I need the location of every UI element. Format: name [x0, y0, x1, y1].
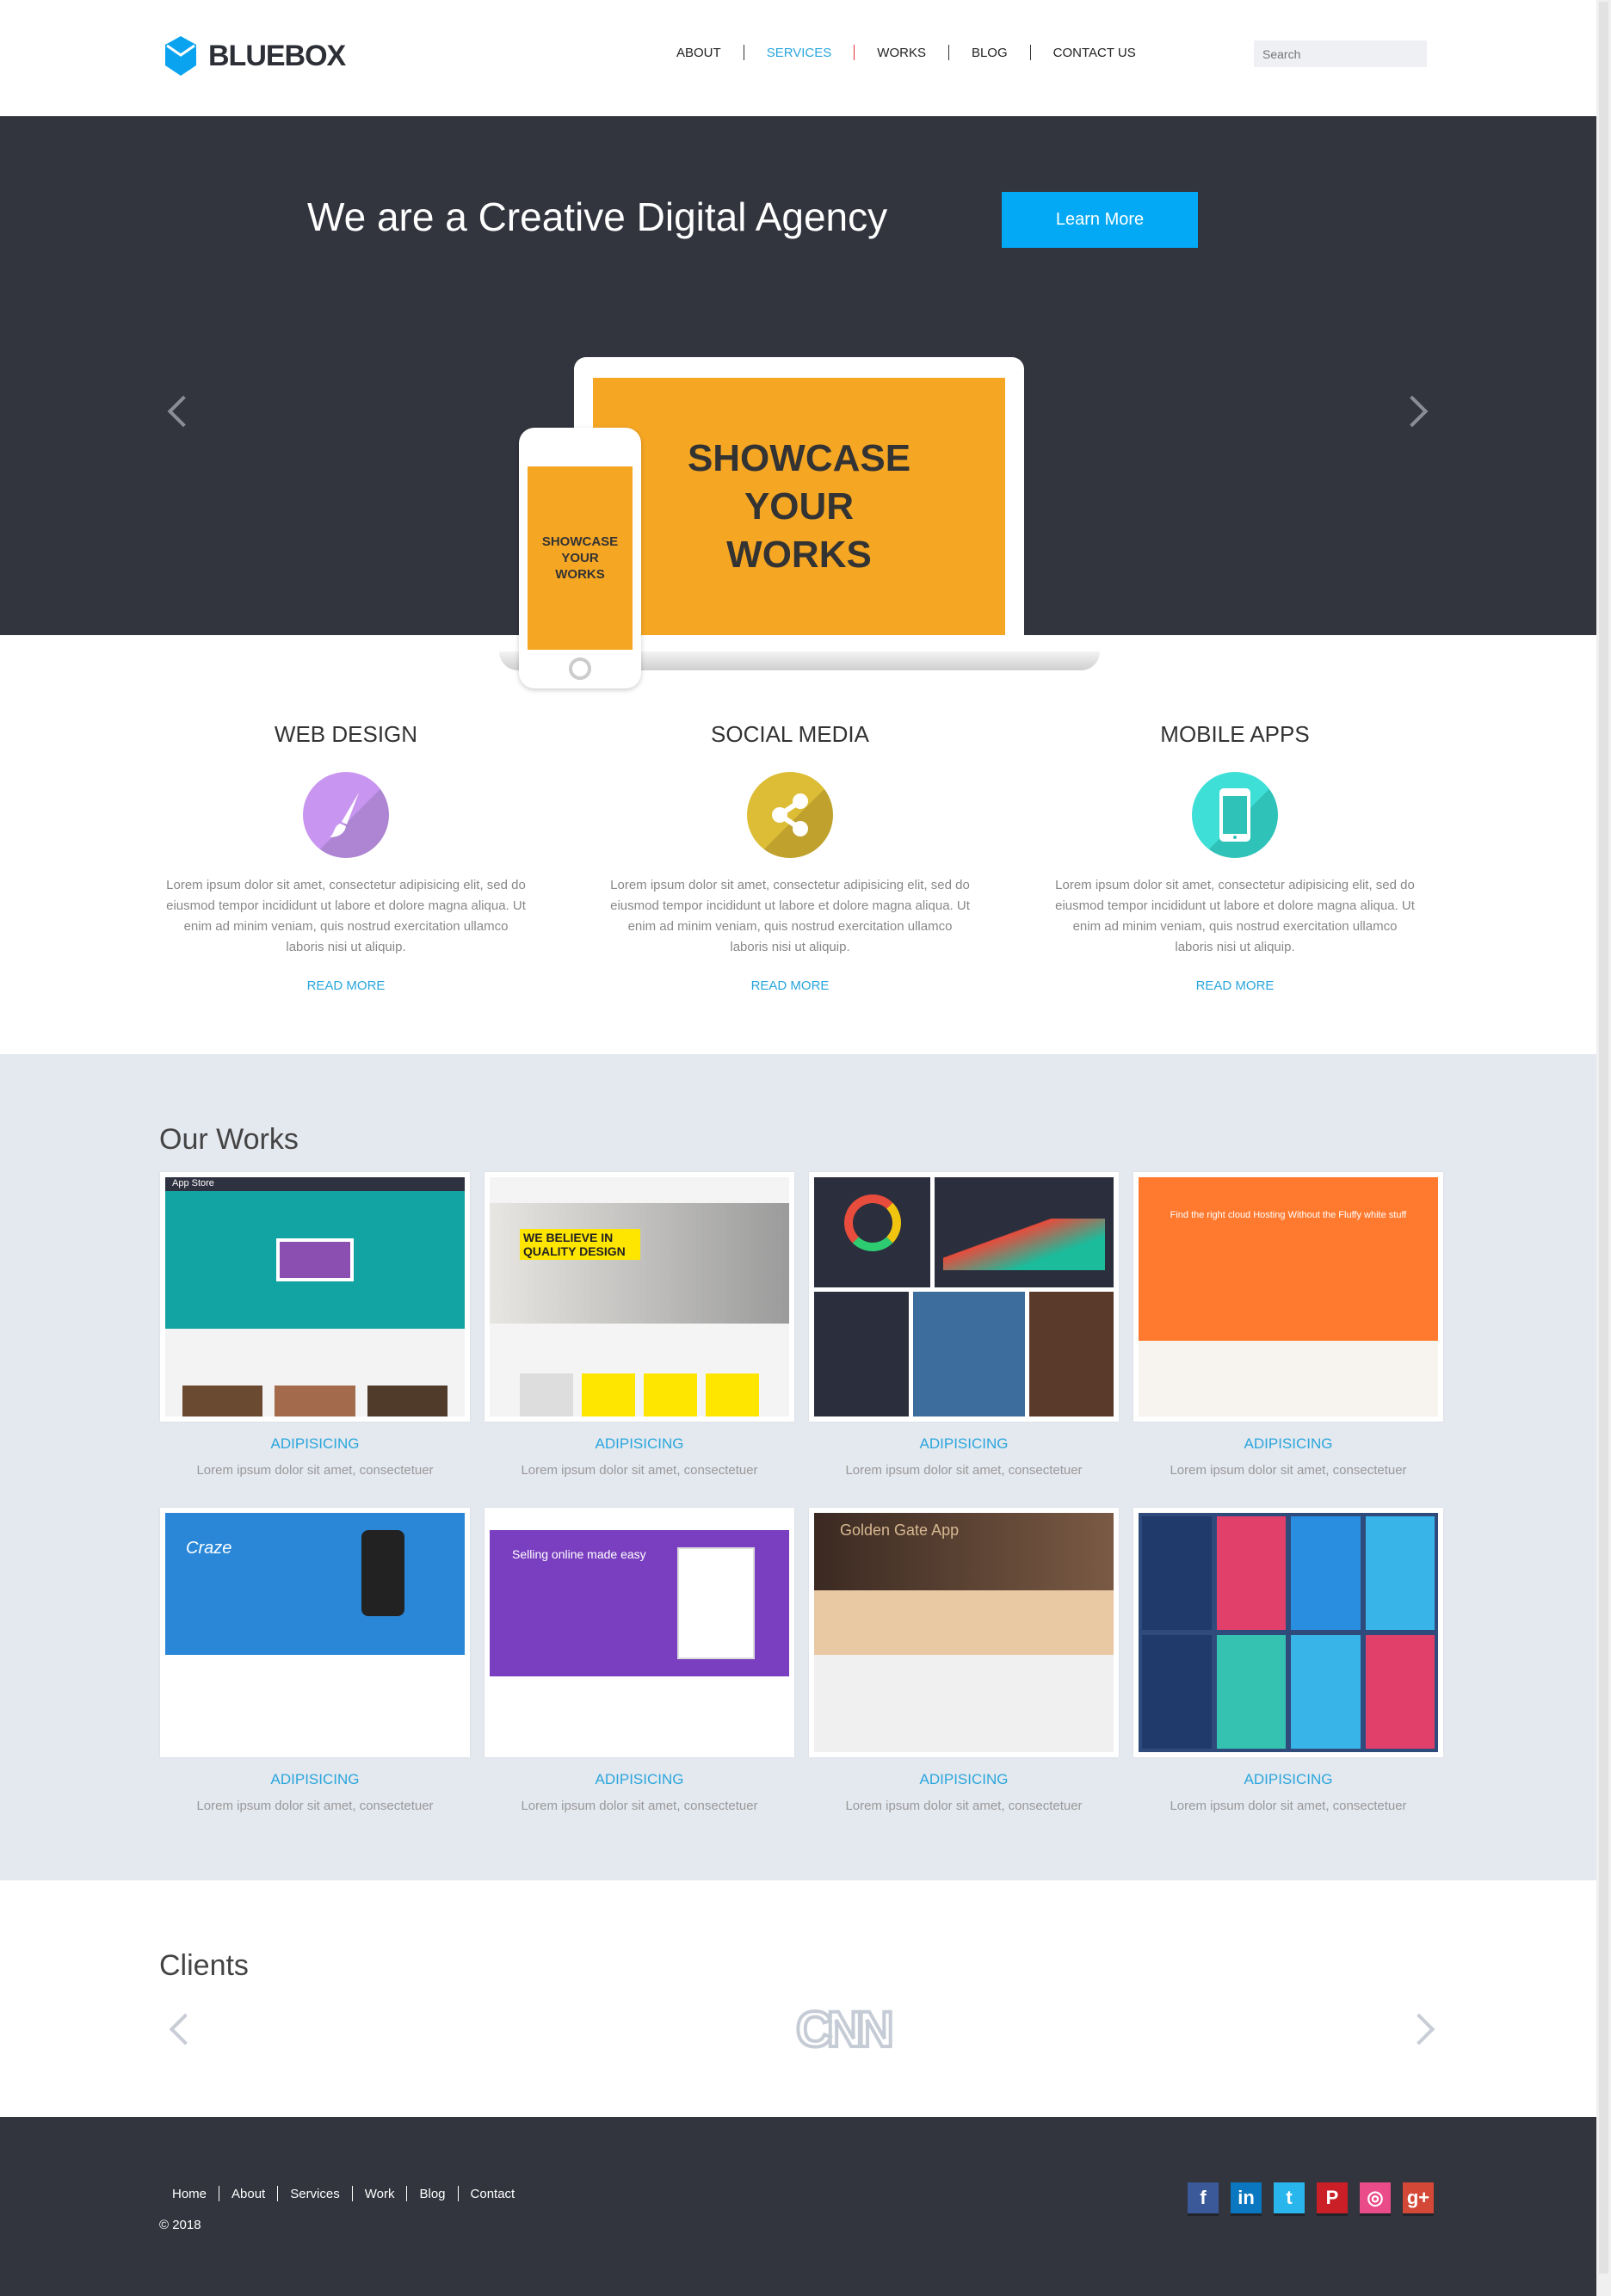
- share-icon: [747, 772, 833, 858]
- service-description: Lorem ipsum dolor sit amet, consectetur …: [166, 878, 526, 954]
- work-card[interactable]: ADIPISICING Lorem ipsum dolor sit amet, c…: [809, 1172, 1119, 1478]
- work-description: Lorem ipsum dolor sit amet, consectetuer: [1170, 1463, 1407, 1478]
- dribbble-icon[interactable]: ◎: [1360, 2182, 1391, 2213]
- service-title: MOBILE APPS: [1160, 721, 1310, 747]
- work-description: Lorem ipsum dolor sit amet, consectetuer: [845, 1799, 1083, 1813]
- work-description: Lorem ipsum dolor sit amet, consectetuer: [196, 1463, 434, 1478]
- work-description: Lorem ipsum dolor sit amet, consectetuer: [521, 1463, 758, 1478]
- footer-link-work[interactable]: Work: [353, 2187, 407, 2201]
- cnn-logo[interactable]: CNN: [794, 2000, 896, 2059]
- work-card[interactable]: Golden Gate App ADIPISICING Lorem ipsum do…: [809, 1508, 1119, 1813]
- slider-next-icon[interactable]: [1396, 395, 1429, 428]
- work-thumbnail[interactable]: Find the right cloud Hosting Without the…: [1133, 1172, 1443, 1422]
- site-header: BLUEBOX ABOUT SERVICES WORKS BLOG CONTAC…: [0, 0, 1596, 116]
- main-nav: ABOUT SERVICES WORKS BLOG CONTACT US: [654, 45, 1158, 60]
- work-card[interactable]: ADIPISICING Lorem ipsum dolor sit amet, c…: [1133, 1508, 1443, 1813]
- clients-section: Clients CNN: [0, 1880, 1596, 2117]
- scrollbar-thumb[interactable]: [1599, 2, 1608, 2274]
- footer-link-about[interactable]: About: [219, 2187, 277, 2201]
- work-card[interactable]: WE BELIEVE IN QUALITY DESIGN ADIPISICING L…: [485, 1172, 794, 1478]
- phone-screen-text: SHOWCASE YOUR WORKS: [528, 466, 633, 650]
- section-title: Our Works: [159, 1123, 299, 1156]
- work-thumbnail[interactable]: WE BELIEVE IN QUALITY DESIGN: [485, 1172, 794, 1422]
- logo[interactable]: BLUEBOX: [164, 34, 346, 77]
- footer-link-blog[interactable]: Blog: [407, 2187, 457, 2201]
- clients-next-icon[interactable]: [1403, 2013, 1435, 2046]
- read-more-link[interactable]: READ MORE: [165, 978, 527, 993]
- thumb-title: WE BELIEVE IN QUALITY DESIGN: [520, 1229, 640, 1260]
- work-caption[interactable]: ADIPISICING: [1133, 1435, 1443, 1453]
- search-box: [1254, 40, 1427, 67]
- footer-link-services[interactable]: Services: [278, 2187, 352, 2201]
- work-card[interactable]: Craze ADIPISICING Lorem ipsum dolor sit am…: [160, 1508, 470, 1813]
- service-social-media: SOCIAL MEDIA Lorem ipsum dolor sit amet,…: [609, 721, 971, 993]
- work-caption[interactable]: ADIPISICING: [809, 1771, 1119, 1788]
- facebook-icon[interactable]: f: [1188, 2182, 1219, 2213]
- nav-contact[interactable]: CONTACT US: [1031, 46, 1158, 60]
- work-thumbnail[interactable]: App Store: [160, 1172, 470, 1422]
- work-card[interactable]: Find the right cloud Hosting Without the…: [1133, 1172, 1443, 1478]
- work-caption[interactable]: ADIPISICING: [485, 1771, 794, 1788]
- thumb-title: App Store: [165, 1177, 465, 1191]
- work-card[interactable]: Selling online made easy ADIPISICING Lorem…: [485, 1508, 794, 1813]
- hero-title: We are a Creative Digital Agency: [307, 194, 888, 239]
- work-caption[interactable]: ADIPISICING: [809, 1435, 1119, 1453]
- work-thumbnail[interactable]: Golden Gate App: [809, 1508, 1119, 1757]
- scrollbar[interactable]: [1596, 0, 1611, 2296]
- footer-link-home[interactable]: Home: [172, 2187, 219, 2201]
- nav-works[interactable]: WORKS: [855, 46, 948, 60]
- work-thumbnail[interactable]: Selling online made easy: [485, 1508, 794, 1757]
- work-description: Lorem ipsum dolor sit amet, consectetuer: [521, 1799, 758, 1813]
- work-thumbnail[interactable]: [1133, 1508, 1443, 1757]
- read-more-link[interactable]: READ MORE: [609, 978, 971, 993]
- learn-more-button[interactable]: Learn More: [1002, 192, 1198, 248]
- slider-prev-icon[interactable]: [167, 395, 200, 428]
- search-input[interactable]: [1262, 46, 1418, 61]
- site-footer: Home About Services Work Blog Contact © 2018 …: [0, 2117, 1596, 2296]
- copyright: © 2018: [159, 2218, 201, 2232]
- services-section: WEB DESIGN Lorem ipsum dolor sit amet, c…: [0, 635, 1596, 1054]
- service-title: SOCIAL MEDIA: [711, 721, 869, 747]
- brand-name: BLUEBOX: [208, 39, 346, 72]
- service-title: WEB DESIGN: [274, 721, 418, 747]
- google-plus-icon[interactable]: g+: [1403, 2182, 1434, 2213]
- read-more-link[interactable]: READ MORE: [1054, 978, 1416, 993]
- twitter-icon[interactable]: t: [1274, 2182, 1305, 2213]
- paintbrush-icon: [303, 772, 389, 858]
- cube-logo-icon: [165, 36, 196, 76]
- work-caption[interactable]: ADIPISICING: [160, 1771, 470, 1788]
- section-title: Clients: [159, 1949, 249, 1982]
- work-card[interactable]: App Store ADIPISICING Lorem ipsum dolor si…: [160, 1172, 470, 1478]
- service-mobile-apps: MOBILE APPS Lorem ipsum dolor sit amet, …: [1054, 721, 1416, 993]
- thumb-title: Craze: [165, 1513, 465, 1655]
- smartphone-icon: [1192, 772, 1278, 858]
- work-description: Lorem ipsum dolor sit amet, consectetuer: [845, 1463, 1083, 1478]
- nav-about[interactable]: ABOUT: [654, 46, 744, 60]
- footer-links: Home About Services Work Blog Contact: [172, 2186, 527, 2201]
- footer-link-contact[interactable]: Contact: [459, 2187, 528, 2201]
- clients-prev-icon[interactable]: [169, 2013, 201, 2046]
- thumb-title: Golden Gate App: [814, 1513, 1114, 1590]
- work-caption[interactable]: ADIPISICING: [160, 1435, 470, 1453]
- service-description: Lorem ipsum dolor sit amet, consectetur …: [1055, 878, 1415, 954]
- thumb-title: Find the right cloud Hosting Without the…: [1139, 1177, 1438, 1341]
- work-caption[interactable]: ADIPISICING: [1133, 1771, 1443, 1788]
- linkedin-icon[interactable]: in: [1231, 2182, 1262, 2213]
- nav-services[interactable]: SERVICES: [744, 46, 855, 60]
- work-description: Lorem ipsum dolor sit amet, consectetuer: [1170, 1799, 1407, 1813]
- pinterest-icon[interactable]: P: [1317, 2182, 1348, 2213]
- laptop-mockup: SHOWCASE YOUR WORKS: [574, 357, 1024, 650]
- laptop-screen-text: SHOWCASE YOUR WORKS: [593, 378, 1005, 635]
- social-links: f in t P ◎ g+: [1188, 2182, 1434, 2213]
- work-description: Lorem ipsum dolor sit amet, consectetuer: [196, 1799, 434, 1813]
- work-thumbnail[interactable]: [809, 1172, 1119, 1422]
- service-description: Lorem ipsum dolor sit amet, consectetur …: [610, 878, 970, 954]
- service-web-design: WEB DESIGN Lorem ipsum dolor sit amet, c…: [165, 721, 527, 993]
- work-thumbnail[interactable]: Craze: [160, 1508, 470, 1757]
- work-caption[interactable]: ADIPISICING: [485, 1435, 794, 1453]
- nav-blog[interactable]: BLOG: [949, 46, 1030, 60]
